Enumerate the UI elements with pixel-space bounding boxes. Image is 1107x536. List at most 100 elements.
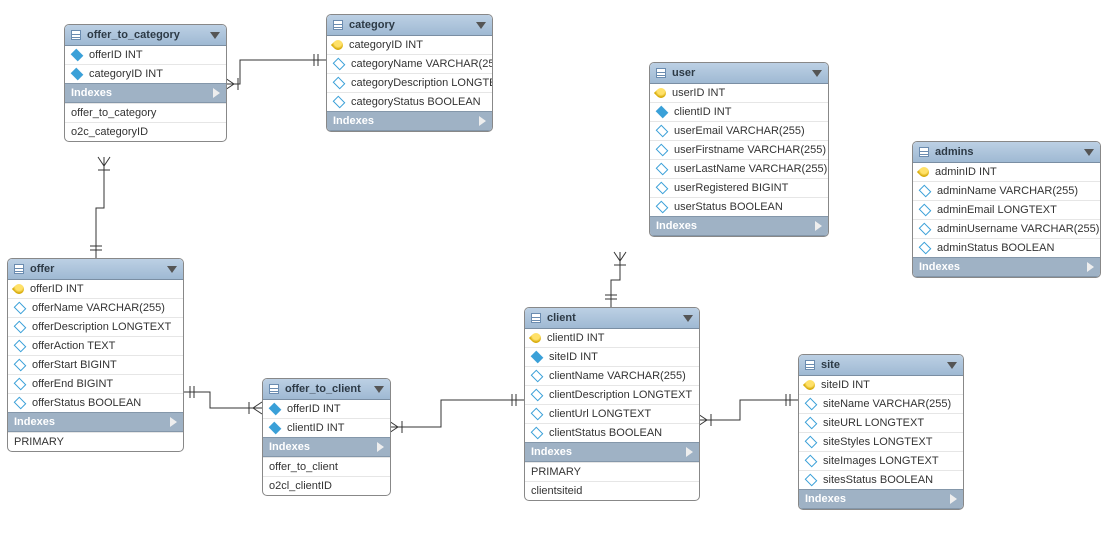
column-row[interactable]: offerID INT — [263, 400, 390, 418]
entity-offer[interactable]: offerofferID INTofferName VARCHAR(255)of… — [7, 258, 184, 452]
column-row[interactable]: offerDescription LONGTEXT — [8, 317, 183, 336]
column-row[interactable]: categoryDescription LONGTEXT — [327, 73, 492, 92]
entity-offer_to_category[interactable]: offer_to_categoryofferID INTcategoryID I… — [64, 24, 227, 142]
entity-header[interactable]: offer — [8, 259, 183, 280]
column-row[interactable]: categoryName VARCHAR(255) — [327, 54, 492, 73]
collapse-icon[interactable] — [374, 386, 384, 393]
columns-list: adminID INTadminName VARCHAR(255)adminEm… — [913, 163, 1100, 257]
column-row[interactable]: userID INT — [650, 84, 828, 102]
column-row[interactable]: clientStatus BOOLEAN — [525, 423, 699, 442]
index-row[interactable]: offer_to_category — [65, 103, 226, 122]
column-row[interactable]: categoryID INT — [65, 64, 226, 83]
column-row[interactable]: offerEnd BIGINT — [8, 374, 183, 393]
entity-offer_to_client[interactable]: offer_to_clientofferID INTclientID INTIn… — [262, 378, 391, 496]
column-text: userLastName VARCHAR(255) — [674, 163, 827, 175]
indexes-label: Indexes — [805, 493, 846, 505]
column-text: clientDescription LONGTEXT — [549, 389, 692, 401]
column-row[interactable]: siteID INT — [799, 376, 963, 394]
entity-header[interactable]: offer_to_category — [65, 25, 226, 46]
column-row[interactable]: siteStyles LONGTEXT — [799, 432, 963, 451]
column-row[interactable]: adminUsername VARCHAR(255) — [913, 219, 1100, 238]
entity-site[interactable]: sitesiteID INTsiteName VARCHAR(255)siteU… — [798, 354, 964, 510]
entity-client[interactable]: clientclientID INTsiteID INT clientName V… — [524, 307, 700, 501]
index-row[interactable]: offer_to_client — [263, 457, 390, 476]
column-row[interactable]: categoryStatus BOOLEAN — [327, 92, 492, 111]
indexes-section-header[interactable]: Indexes — [650, 216, 828, 236]
column-row[interactable]: siteName VARCHAR(255) — [799, 394, 963, 413]
collapse-icon[interactable] — [683, 315, 693, 322]
column-row[interactable]: offerStart BIGINT — [8, 355, 183, 374]
collapse-icon[interactable] — [947, 362, 957, 369]
column-row[interactable]: clientID INT — [263, 418, 390, 437]
collapse-icon[interactable] — [812, 70, 822, 77]
diamond-hollow-icon — [333, 77, 346, 90]
index-row[interactable]: o2c_categoryID — [65, 122, 226, 141]
collapse-icon[interactable] — [1084, 149, 1094, 156]
indexes-section-header[interactable]: Indexes — [8, 412, 183, 432]
expand-icon[interactable] — [686, 447, 693, 457]
table-icon — [531, 313, 541, 323]
diamond-hollow-icon — [805, 417, 818, 430]
entity-header[interactable]: client — [525, 308, 699, 329]
column-text: clientName VARCHAR(255) — [549, 370, 686, 382]
indexes-section-header[interactable]: Indexes — [799, 489, 963, 509]
column-row[interactable]: clientID INT — [525, 329, 699, 347]
expand-icon[interactable] — [815, 221, 822, 231]
key-icon — [529, 331, 543, 345]
index-row[interactable]: o2cl_clientID — [263, 476, 390, 495]
collapse-icon[interactable] — [167, 266, 177, 273]
expand-icon[interactable] — [170, 417, 177, 427]
column-row[interactable]: categoryID INT — [327, 36, 492, 54]
expand-icon[interactable] — [1087, 262, 1094, 272]
column-row[interactable]: adminEmail LONGTEXT — [913, 200, 1100, 219]
entity-header[interactable]: offer_to_client — [263, 379, 390, 400]
column-row[interactable]: offerStatus BOOLEAN — [8, 393, 183, 412]
column-row[interactable]: siteURL LONGTEXT — [799, 413, 963, 432]
expand-icon[interactable] — [950, 494, 957, 504]
entity-header[interactable]: user — [650, 63, 828, 84]
entity-header[interactable]: admins — [913, 142, 1100, 163]
column-row[interactable]: clientDescription LONGTEXT — [525, 385, 699, 404]
expand-icon[interactable] — [479, 116, 486, 126]
column-row[interactable]: userEmail VARCHAR(255) — [650, 121, 828, 140]
column-row[interactable]: adminID INT — [913, 163, 1100, 181]
indexes-section-header[interactable]: Indexes — [65, 83, 226, 103]
column-row[interactable]: userLastName VARCHAR(255) — [650, 159, 828, 178]
indexes-label: Indexes — [656, 220, 697, 232]
entity-user[interactable]: useruserID INTclientID INTuserEmail VARC… — [649, 62, 829, 237]
column-row[interactable]: adminStatus BOOLEAN — [913, 238, 1100, 257]
expand-icon[interactable] — [377, 442, 384, 452]
column-row[interactable]: offerName VARCHAR(255) — [8, 298, 183, 317]
column-row[interactable]: clientUrl LONGTEXT — [525, 404, 699, 423]
indexes-section-header[interactable]: Indexes — [263, 437, 390, 457]
column-row[interactable]: sitesStatus BOOLEAN — [799, 470, 963, 489]
index-row[interactable]: clientsiteid — [525, 481, 699, 500]
collapse-icon[interactable] — [210, 32, 220, 39]
column-row[interactable]: offerAction TEXT — [8, 336, 183, 355]
column-row[interactable]: adminName VARCHAR(255) — [913, 181, 1100, 200]
column-row[interactable]: siteImages LONGTEXT — [799, 451, 963, 470]
key-icon — [12, 282, 26, 296]
collapse-icon[interactable] — [476, 22, 486, 29]
index-row[interactable]: PRIMARY — [8, 432, 183, 451]
indexes-section-header[interactable]: Indexes — [913, 257, 1100, 277]
column-row[interactable]: userStatus BOOLEAN — [650, 197, 828, 216]
entity-header[interactable]: site — [799, 355, 963, 376]
expand-icon[interactable] — [213, 88, 220, 98]
column-row[interactable]: clientID INT — [650, 102, 828, 121]
diamond-hollow-icon — [919, 223, 932, 236]
index-row[interactable]: PRIMARY — [525, 462, 699, 481]
column-row[interactable]: offerID INT — [8, 280, 183, 298]
entity-admins[interactable]: adminsadminID INTadminName VARCHAR(255)a… — [912, 141, 1101, 278]
column-row[interactable]: userRegistered BIGINT — [650, 178, 828, 197]
entity-header[interactable]: category — [327, 15, 492, 36]
indexes-section-header[interactable]: Indexes — [525, 442, 699, 462]
diamond-hollow-icon — [531, 408, 544, 421]
column-text: userStatus BOOLEAN — [674, 201, 783, 213]
indexes-section-header[interactable]: Indexes — [327, 111, 492, 131]
entity-category[interactable]: categorycategoryID INTcategoryName VARCH… — [326, 14, 493, 132]
column-row[interactable]: siteID INT — [525, 347, 699, 366]
column-row[interactable]: offerID INT — [65, 46, 226, 64]
column-row[interactable]: clientName VARCHAR(255) — [525, 366, 699, 385]
column-row[interactable]: userFirstname VARCHAR(255) — [650, 140, 828, 159]
